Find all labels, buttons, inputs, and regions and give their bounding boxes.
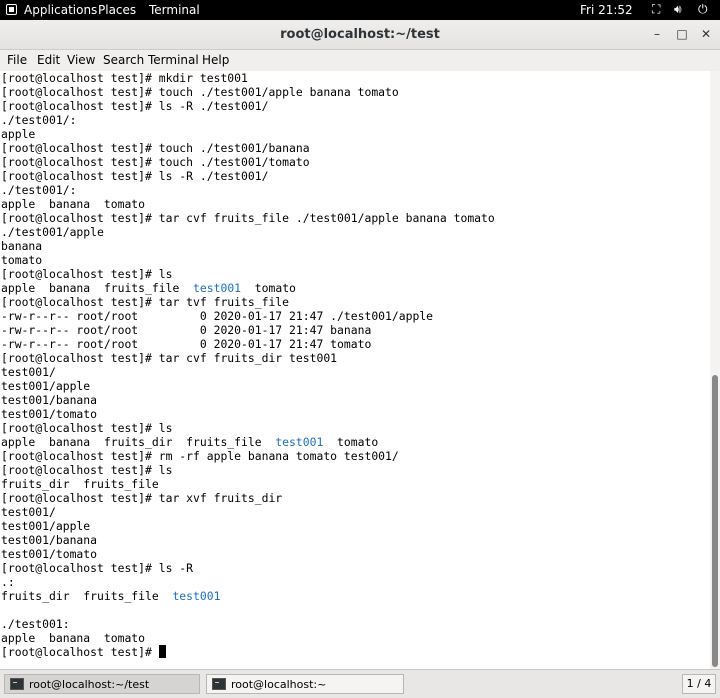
terminal-app-menu[interactable]: Terminal	[149, 3, 200, 17]
bottom-taskbar: root@localhost:~/test root@localhost:~ 1…	[0, 669, 720, 698]
maximize-button[interactable]: □	[673, 25, 691, 43]
minimize-button[interactable]: –	[648, 25, 666, 43]
text-cursor	[158, 645, 166, 658]
terminal-line: banana	[1, 239, 43, 253]
terminal-line: fruits_dir fruits_file	[1, 477, 159, 491]
terminal-line: test001/apple	[1, 379, 91, 393]
terminal-line: test001/tomato	[1, 407, 98, 421]
power-icon[interactable]: ⏻	[698, 2, 708, 17]
places-menu[interactable]: Places	[98, 3, 136, 17]
close-button[interactable]: ✕	[697, 25, 715, 43]
ls-output-line: apple banana fruits_file test001 tomato	[1, 281, 296, 295]
terminal-line: ./test001:	[1, 617, 70, 631]
menu-edit[interactable]: Edit	[37, 53, 60, 67]
ls-files: tomato	[323, 435, 379, 449]
terminal-line: -rw-r--r-- root/root 0 2020-01-17 21:47 …	[1, 309, 434, 323]
terminal-line: test001/	[1, 505, 56, 519]
taskbar-item-terminal-home[interactable]: root@localhost:~	[206, 674, 404, 694]
menu-view[interactable]: View	[67, 53, 95, 67]
clock[interactable]: Fri 21:52	[580, 3, 633, 17]
terminal-output[interactable]: [root@localhost test]# mkdir test001 [ro…	[0, 71, 710, 669]
terminal-line: test001/banana	[1, 393, 98, 407]
terminal-line: [root@localhost test]# ls -R ./test001/	[1, 169, 269, 183]
prompt: [root@localhost test]#	[1, 645, 159, 659]
workspace-pager[interactable]: 1 / 4	[682, 674, 716, 694]
window-titlebar[interactable]: root@localhost:~/test – □ ✕	[0, 20, 720, 50]
scrollbar-thumb[interactable]	[712, 375, 718, 667]
menu-file[interactable]: File	[7, 53, 27, 67]
terminal-icon	[10, 678, 24, 690]
terminal-line: [root@localhost test]# touch ./test001/t…	[1, 155, 310, 169]
terminal-line: [root@localhost test]# tar tvf fruits_fi…	[1, 295, 290, 309]
top-panel: Applications Places Terminal Fri 21:52 ⛶…	[0, 0, 720, 20]
terminal-line: [root@localhost test]# tar cvf fruits_fi…	[1, 211, 495, 225]
ls-files: tomato	[241, 281, 296, 295]
applications-icon	[6, 4, 17, 15]
terminal-icon	[212, 678, 226, 690]
ls-files: apple banana fruits_dir fruits_file	[1, 435, 276, 449]
terminal-line: .:	[1, 575, 15, 589]
terminal-line: apple banana tomato	[1, 631, 146, 645]
taskbar-item-label: root@localhost:~/test	[29, 678, 150, 691]
terminal-line: -rw-r--r-- root/root 0 2020-01-17 21:47 …	[1, 323, 372, 337]
terminal-line: [root@localhost test]# ls -R ./test001/	[1, 99, 269, 113]
directory-entry: test001	[172, 589, 221, 603]
ls-files: apple banana fruits_file	[1, 281, 194, 295]
applications-menu[interactable]: Applications	[24, 3, 97, 17]
terminal-scrollbar[interactable]	[710, 71, 720, 669]
menu-bar: File Edit View Search Terminal Help	[0, 50, 720, 71]
network-icon[interactable]: ⛶	[652, 2, 660, 17]
terminal-line: apple banana tomato	[1, 197, 146, 211]
directory-entry: test001	[193, 281, 242, 295]
terminal-line: test001/apple	[1, 519, 91, 533]
ls-output-line: fruits_dir fruits_file test001	[1, 589, 220, 603]
terminal-line: [root@localhost test]# tar xvf fruits_di…	[1, 491, 283, 505]
terminal-line: test001/tomato	[1, 547, 98, 561]
terminal-line: apple	[1, 127, 36, 141]
terminal-line: [root@localhost test]# touch ./test001/b…	[1, 141, 310, 155]
terminal-line: [root@localhost test]# ls -R	[1, 561, 194, 575]
terminal-line: [root@localhost test]# touch ./test001/a…	[1, 85, 399, 99]
ls-output-line: apple banana fruits_dir fruits_file test…	[1, 435, 378, 449]
terminal-line: [root@localhost test]# tar cvf fruits_di…	[1, 351, 338, 365]
terminal-line: [root@localhost test]# mkdir test001	[1, 71, 248, 85]
taskbar-item-terminal-test[interactable]: root@localhost:~/test	[4, 674, 200, 694]
volume-icon[interactable]: 🔊︎	[674, 2, 682, 17]
terminal-line: ./test001/:	[1, 183, 77, 197]
terminal-line: tomato	[1, 253, 43, 267]
terminal-line: -rw-r--r-- root/root 0 2020-01-17 21:47 …	[1, 337, 372, 351]
terminal-line: [root@localhost test]# ls	[1, 463, 173, 477]
taskbar-item-label: root@localhost:~	[231, 678, 327, 691]
terminal-line: test001/	[1, 365, 56, 379]
terminal-line: [root@localhost test]# rm -rf apple bana…	[1, 449, 399, 463]
terminal-line: ./test001/:	[1, 113, 77, 127]
terminal-line: test001/banana	[1, 533, 98, 547]
menu-help[interactable]: Help	[202, 53, 229, 67]
window-title: root@localhost:~/test	[280, 27, 440, 42]
terminal-line: [root@localhost test]# ls	[1, 267, 173, 281]
terminal-line: ./test001/apple	[1, 225, 104, 239]
prompt-line[interactable]: [root@localhost test]#	[1, 645, 166, 659]
ls-files: fruits_dir fruits_file	[1, 589, 173, 603]
directory-entry: test001	[275, 435, 324, 449]
menu-terminal[interactable]: Terminal	[148, 53, 199, 67]
menu-search[interactable]: Search	[103, 53, 144, 67]
terminal-line: [root@localhost test]# ls	[1, 421, 173, 435]
